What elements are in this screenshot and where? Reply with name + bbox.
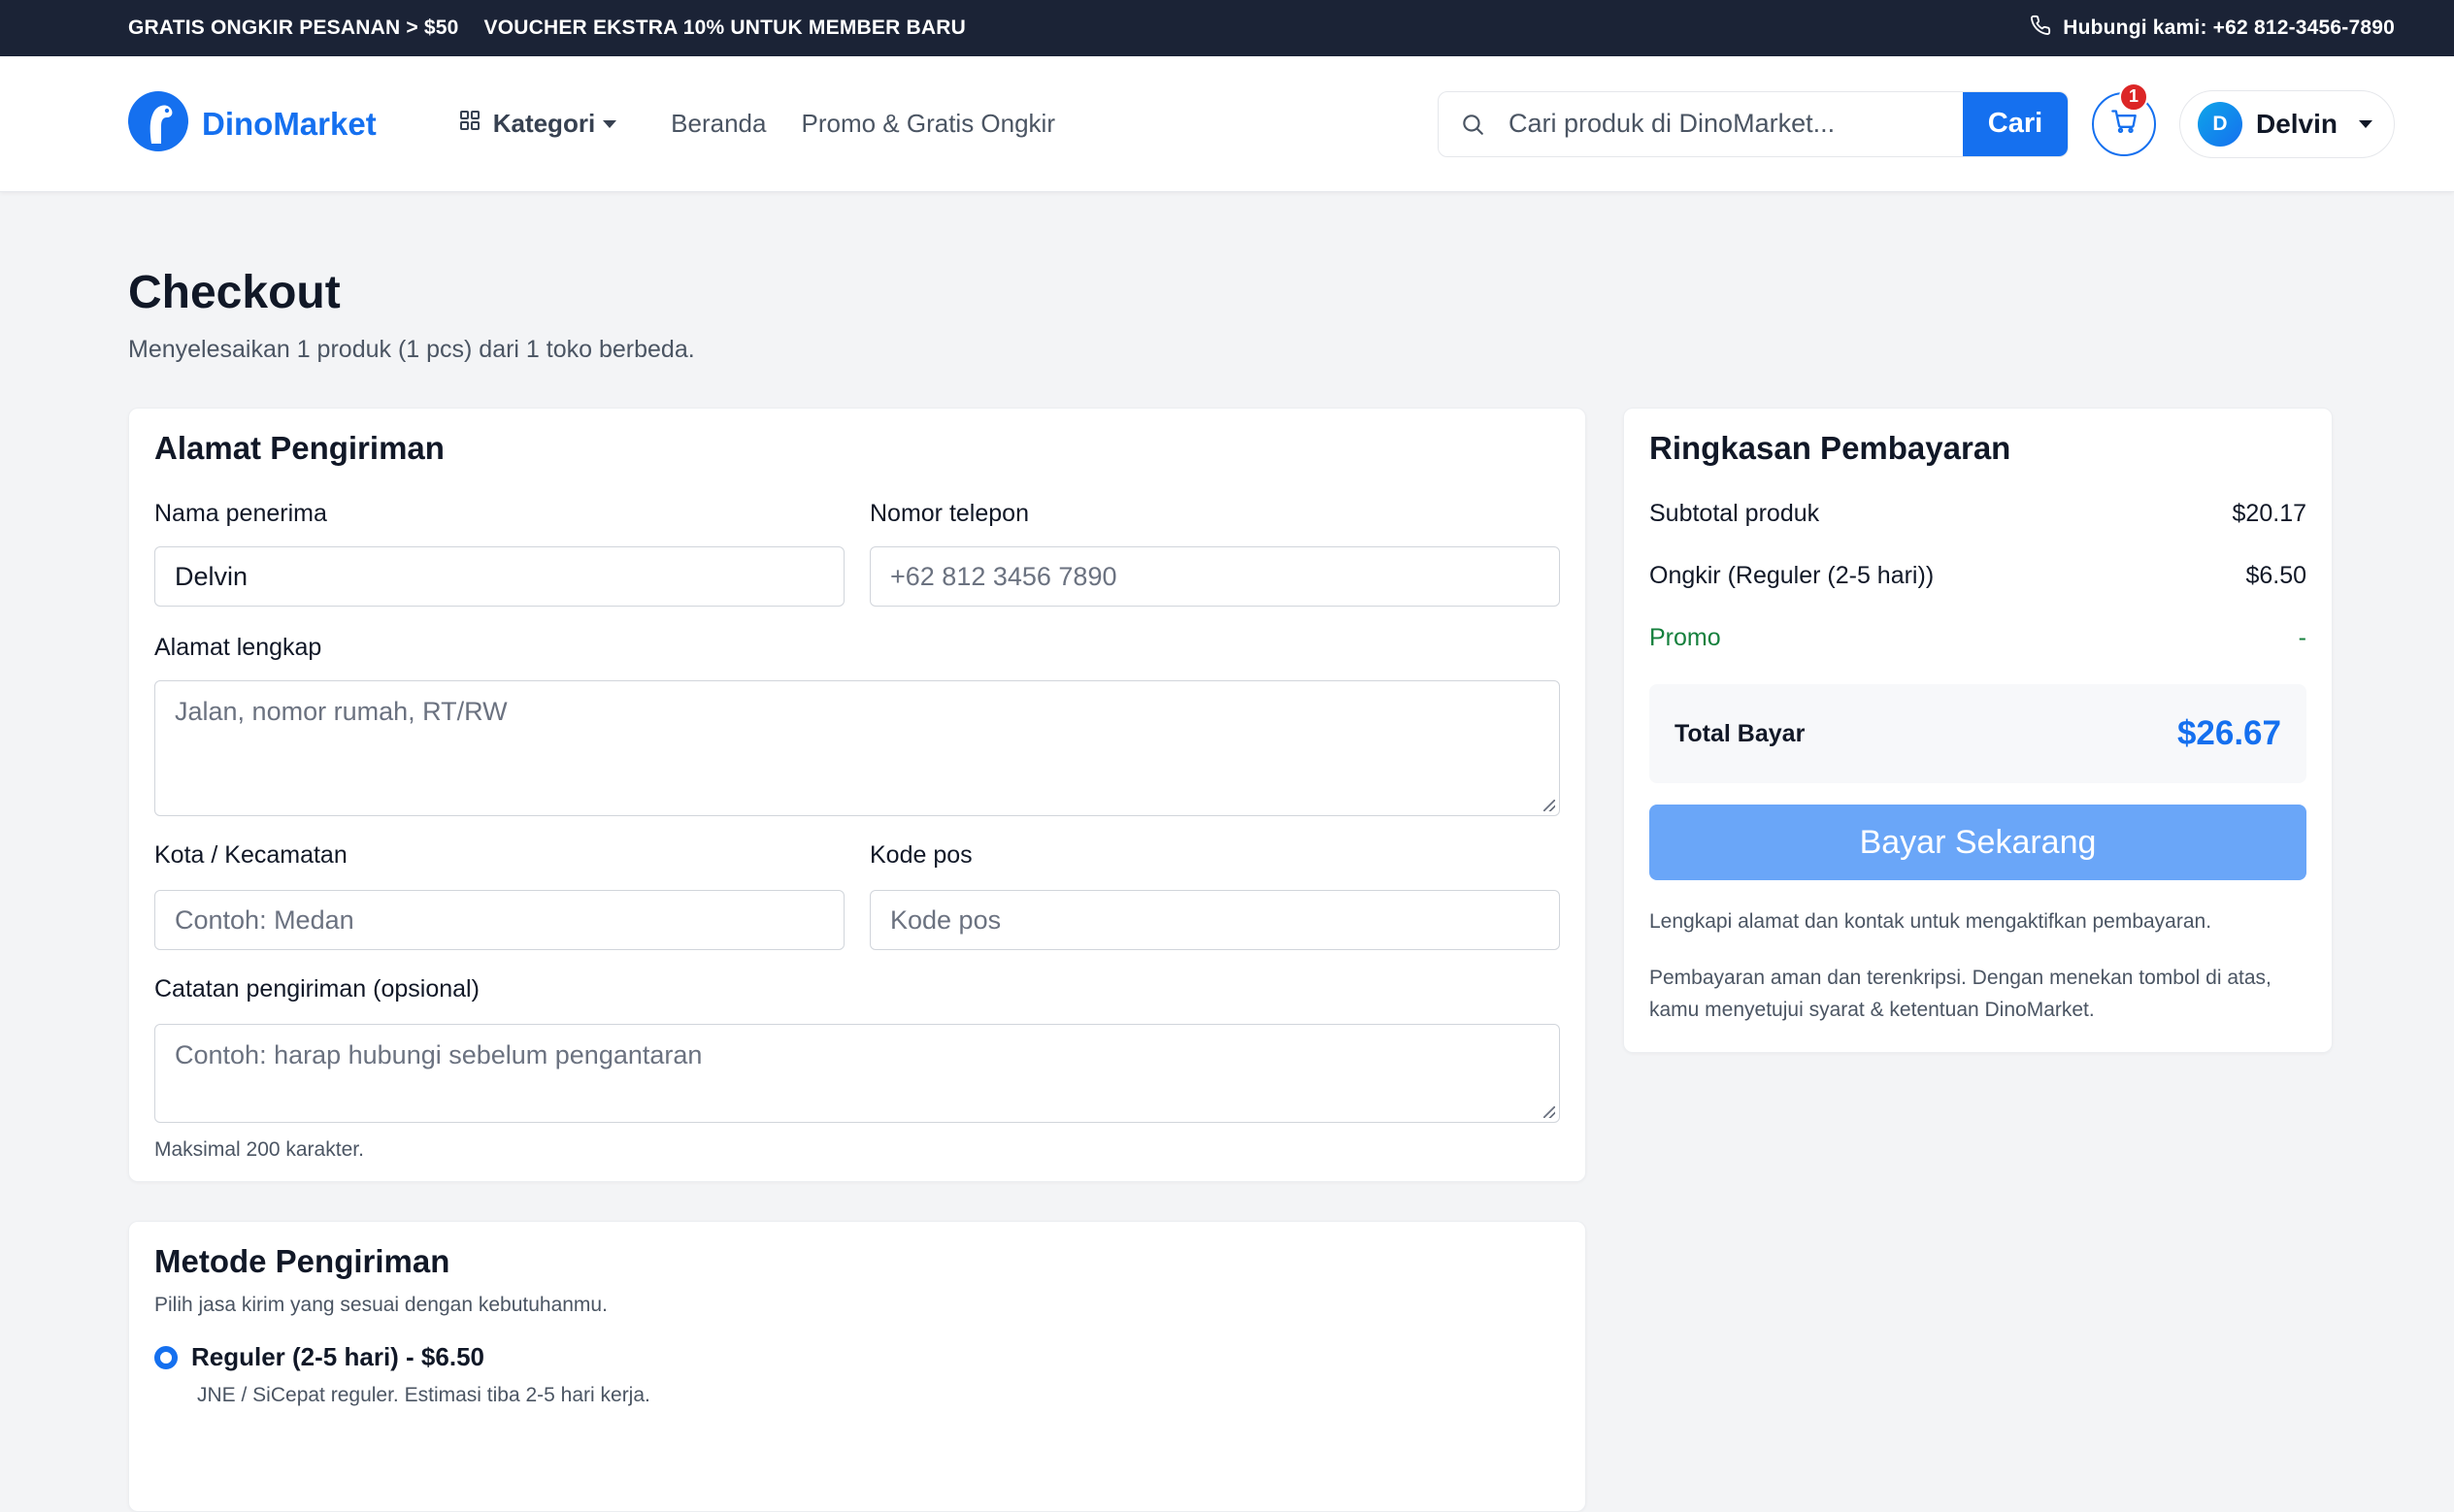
nav-promo[interactable]: Promo & Gratis Ongkir: [801, 109, 1055, 139]
grid-icon: [458, 109, 481, 139]
shipping-subtitle: Pilih jasa kirim yang sesuai dengan kebu…: [154, 1294, 608, 1316]
note-placeholder: Contoh: harap hubungi sebelum pengantara…: [175, 1040, 703, 1069]
phone-label: Nomor telepon: [870, 500, 1029, 527]
promo-voucher: VOUCHER EKSTRA 10% UNTUK MEMBER BARU: [483, 16, 966, 39]
shipping-cost-value: $6.50: [2245, 562, 2306, 589]
page-subtitle: Menyelesaikan 1 produk (1 pcs) dari 1 to…: [128, 336, 695, 363]
cart-icon: [2110, 108, 2138, 140]
subtotal-row: Subtotal produk $20.17: [1649, 500, 2306, 528]
contact-text: Hubungi kami: +62 812-3456-7890: [2063, 16, 2395, 39]
shipping-option-label: Reguler (2-5 hari) - $6.50: [191, 1342, 484, 1371]
city-label: Kota / Kecamatan: [154, 841, 348, 869]
promo-label: Promo: [1649, 624, 1721, 651]
logo[interactable]: DinoMarket: [128, 91, 377, 156]
nav-beranda[interactable]: Beranda: [671, 109, 766, 139]
zip-label: Kode pos: [870, 841, 973, 869]
note-textarea[interactable]: Contoh: harap hubungi sebelum pengantara…: [154, 1024, 1560, 1123]
total-value: $26.67: [2176, 714, 2281, 752]
avatar: D: [2197, 101, 2242, 147]
main-nav: Kategori Beranda Promo & Gratis Ongkir: [458, 109, 1055, 139]
subtotal-label: Subtotal produk: [1649, 500, 1820, 527]
announcement-bar: GRATIS ONGKIR PESANAN > $50 VOUCHER EKST…: [0, 0, 2454, 56]
shipping-card: Metode Pengiriman Pilih jasa kirim yang …: [128, 1221, 1586, 1512]
resize-handle-icon[interactable]: [1543, 1106, 1555, 1118]
city-field[interactable]: Contoh: Medan: [154, 890, 845, 950]
pay-requirement-note: Lengkapi alamat dan kontak untuk mengakt…: [1649, 910, 2212, 933]
dino-logo-icon: [128, 91, 188, 156]
resize-handle-icon[interactable]: [1543, 800, 1555, 811]
chevron-down-icon: [2359, 119, 2372, 128]
total-box: Total Bayar $26.67: [1649, 684, 2306, 783]
chevron-down-icon: [603, 119, 617, 128]
shipping-cost-row: Ongkir (Reguler (2-5 hari)) $6.50: [1649, 562, 2306, 590]
page-title: Checkout: [128, 267, 341, 318]
search-button[interactable]: Cari: [1962, 91, 2068, 156]
cart-count-badge: 1: [2118, 82, 2148, 112]
kategori-label: Kategori: [492, 109, 596, 138]
phone-field[interactable]: +62 812 3456 7890: [870, 546, 1560, 607]
address-textarea[interactable]: Jalan, nomor rumah, RT/RW: [154, 680, 1560, 816]
user-name: Delvin: [2255, 108, 2338, 139]
search-bar: Cari: [1437, 90, 2069, 157]
total-label: Total Bayar: [1675, 719, 1806, 747]
address-heading: Alamat Pengiriman: [154, 430, 445, 466]
summary-heading: Ringkasan Pembayaran: [1649, 430, 2011, 466]
promo-free-shipping: GRATIS ONGKIR PESANAN > $50: [128, 16, 459, 39]
site-header: DinoMarket Kategori Beranda Promo & Grat…: [0, 56, 2454, 192]
shipping-option-reguler[interactable]: Reguler (2-5 hari) - $6.50: [154, 1342, 1560, 1372]
address-placeholder: Jalan, nomor rumah, RT/RW: [175, 697, 508, 726]
promo-value: -: [2298, 624, 2306, 651]
address-label: Alamat lengkap: [154, 634, 322, 661]
contact-info[interactable]: Hubungi kami: +62 812-3456-7890: [2030, 15, 2395, 42]
logo-text: DinoMarket: [202, 105, 377, 142]
radio-selected-icon[interactable]: [154, 1345, 178, 1369]
search-icon: [1439, 92, 1507, 156]
recipient-name-label: Nama penerima: [154, 500, 327, 527]
announcement-promos: GRATIS ONGKIR PESANAN > $50 VOUCHER EKST…: [128, 16, 966, 40]
payment-summary-card: Ringkasan Pembayaran Subtotal produk $20…: [1623, 408, 2333, 1053]
zip-field[interactable]: Kode pos: [870, 890, 1560, 950]
search-input[interactable]: [1506, 91, 1963, 156]
cart-button[interactable]: 1: [2091, 82, 2156, 156]
pay-now-button[interactable]: Bayar Sekarang: [1649, 805, 2306, 880]
address-card: Alamat Pengiriman Nama penerima Delvin N…: [128, 408, 1586, 1182]
shipping-cost-label: Ongkir (Reguler (2-5 hari)): [1649, 562, 1935, 589]
note-label: Catatan pengiriman (opsional): [154, 975, 480, 1003]
note-hint: Maksimal 200 karakter.: [154, 1138, 364, 1161]
subtotal-value: $20.17: [2232, 500, 2306, 527]
shipping-option-desc: JNE / SiCepat reguler. Estimasi tiba 2-5…: [197, 1384, 650, 1406]
promo-row: Promo -: [1649, 624, 2306, 652]
recipient-name-field[interactable]: Delvin: [154, 546, 845, 607]
security-note: Pembayaran aman dan terenkripsi. Dengan …: [1649, 967, 2272, 1021]
user-menu[interactable]: D Delvin: [2178, 89, 2395, 158]
kategori-menu[interactable]: Kategori: [458, 109, 617, 139]
shipping-heading: Metode Pengiriman: [154, 1243, 450, 1279]
phone-icon: [2030, 15, 2051, 42]
